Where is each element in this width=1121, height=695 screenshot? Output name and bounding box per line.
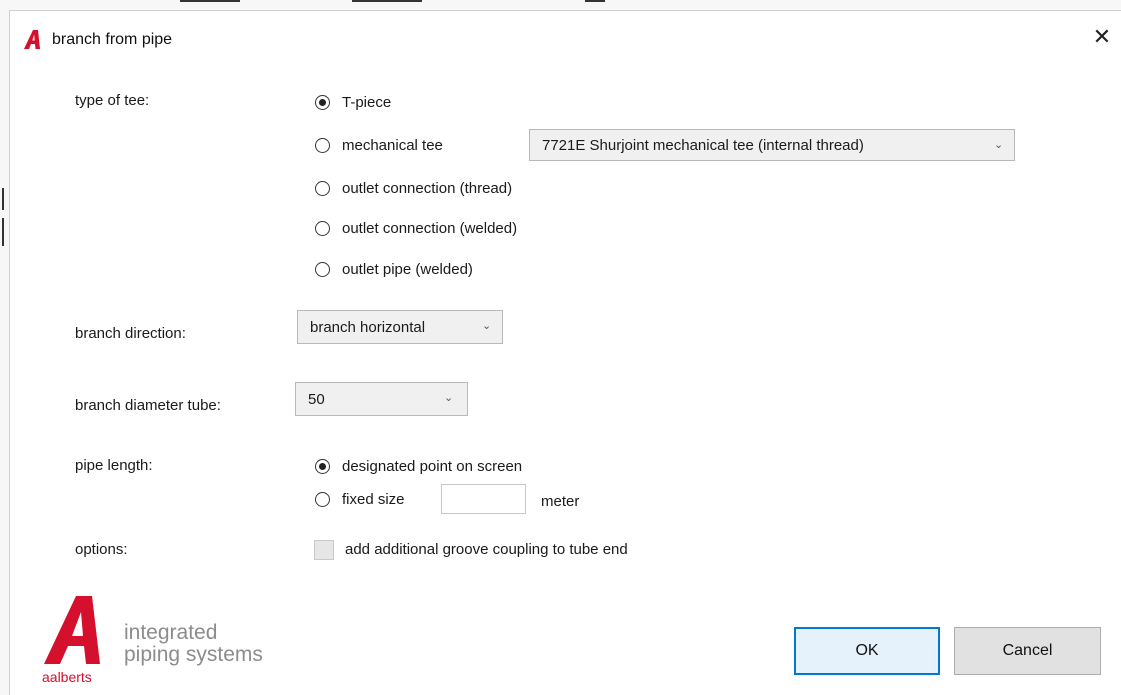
mechanical-tee-select[interactable]: 7721E Shurjoint mechanical tee (internal… [529, 129, 1015, 161]
radio-designated-point[interactable]: designated point on screen [315, 458, 522, 475]
groove-coupling-label: add additional groove coupling to tube e… [345, 541, 628, 558]
chevron-down-icon: ⌄ [444, 392, 454, 404]
radio-label: outlet connection (thread) [342, 180, 513, 197]
background-edge-mark [2, 188, 4, 210]
branch-direction-label: branch direction: [75, 325, 186, 342]
cancel-button[interactable]: Cancel [954, 627, 1101, 675]
radio-button[interactable] [315, 138, 330, 153]
dialog-title: branch from pipe [52, 31, 173, 48]
fixed-size-input[interactable] [441, 484, 526, 514]
aalberts-logo: aalberts [42, 596, 100, 685]
radio-label: outlet pipe (welded) [342, 261, 473, 278]
ok-button[interactable]: OK [794, 627, 940, 675]
chevron-down-icon: ⌄ [994, 139, 1004, 151]
radio-button[interactable] [315, 95, 330, 110]
select-value: 7721E Shurjoint mechanical tee (internal… [542, 136, 864, 154]
radio-button[interactable] [315, 459, 330, 474]
branch-diameter-select[interactable]: 50 ⌄ [295, 382, 468, 416]
brand-tagline-line1: integrated [124, 621, 218, 644]
radio-label: designated point on screen [342, 458, 523, 475]
brand-tagline-line2: piping systems [124, 643, 263, 666]
close-icon[interactable]: ✕ [1090, 26, 1114, 50]
background-edge-mark [2, 218, 4, 246]
radio-button[interactable] [315, 262, 330, 277]
branch-direction-select[interactable]: branch horizontal ⌄ [297, 310, 503, 344]
pipe-length-label: pipe length: [75, 457, 153, 474]
radio-button[interactable] [315, 492, 330, 507]
background-edge-mark [180, 0, 240, 2]
radio-t-piece[interactable]: T-piece [315, 94, 391, 111]
radio-outlet-connection-thread[interactable]: outlet connection (thread) [315, 180, 512, 197]
background-window-edge [0, 0, 1121, 10]
groove-coupling-checkbox[interactable] [314, 540, 334, 560]
radio-label: fixed size [342, 491, 405, 508]
radio-fixed-size[interactable]: fixed size [315, 491, 405, 508]
brand-wordmark: aalberts [42, 669, 92, 685]
type-of-tee-label: type of tee: [75, 92, 150, 109]
unit-label: meter [541, 493, 580, 510]
radio-outlet-pipe-welded[interactable]: outlet pipe (welded) [315, 261, 473, 278]
radio-button[interactable] [315, 221, 330, 236]
branch-diameter-label: branch diameter tube: [75, 397, 221, 414]
select-value: branch horizontal [310, 318, 426, 336]
aalberts-logo-icon [24, 30, 40, 49]
options-label: options: [75, 541, 128, 558]
radio-outlet-connection-welded[interactable]: outlet connection (welded) [315, 220, 517, 237]
background-window-edge-left [0, 0, 9, 695]
chevron-down-icon: ⌄ [482, 320, 492, 332]
branch-from-pipe-dialog [9, 10, 1121, 695]
background-edge-mark [352, 0, 422, 2]
select-value: 50 [308, 390, 325, 408]
background-edge-mark [585, 0, 605, 2]
radio-mechanical-tee[interactable]: mechanical tee [315, 137, 443, 154]
brand-tagline: integrated piping systems [124, 622, 263, 666]
radio-label: mechanical tee [342, 137, 443, 154]
radio-button[interactable] [315, 181, 330, 196]
radio-label: outlet connection (welded) [342, 220, 518, 237]
radio-label: T-piece [342, 94, 392, 111]
